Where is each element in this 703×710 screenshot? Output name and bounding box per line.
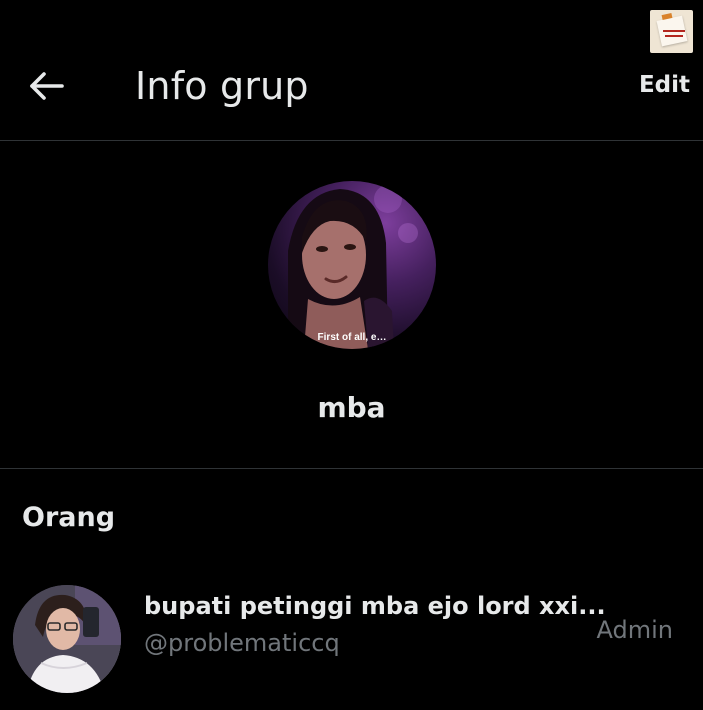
member-display-name: bupati petinggi mba ejo lord xxi...: [144, 592, 606, 620]
back-button[interactable]: [26, 66, 66, 106]
top-app-bar: Info grup Edit: [0, 0, 703, 141]
avatar-caption: First of all, e…: [317, 332, 387, 343]
edit-button[interactable]: Edit: [639, 72, 690, 98]
member-handle: @problematiccq: [144, 629, 340, 657]
arrow-left-icon: [30, 72, 64, 100]
page-title: Info grup: [135, 64, 309, 108]
member-avatar-photo: [13, 585, 121, 693]
group-avatar[interactable]: First of all, e…: [268, 181, 436, 349]
member-row[interactable]: bupati petinggi mba ejo lord xxi... @pro…: [0, 580, 703, 700]
group-name: mba: [317, 391, 386, 424]
group-avatar-photo: [288, 185, 425, 349]
people-heading: Orang: [22, 502, 116, 533]
member-avatar[interactable]: [13, 585, 121, 693]
group-info-section: First of all, e… mba: [0, 141, 703, 469]
member-role-badge: Admin: [596, 616, 674, 644]
